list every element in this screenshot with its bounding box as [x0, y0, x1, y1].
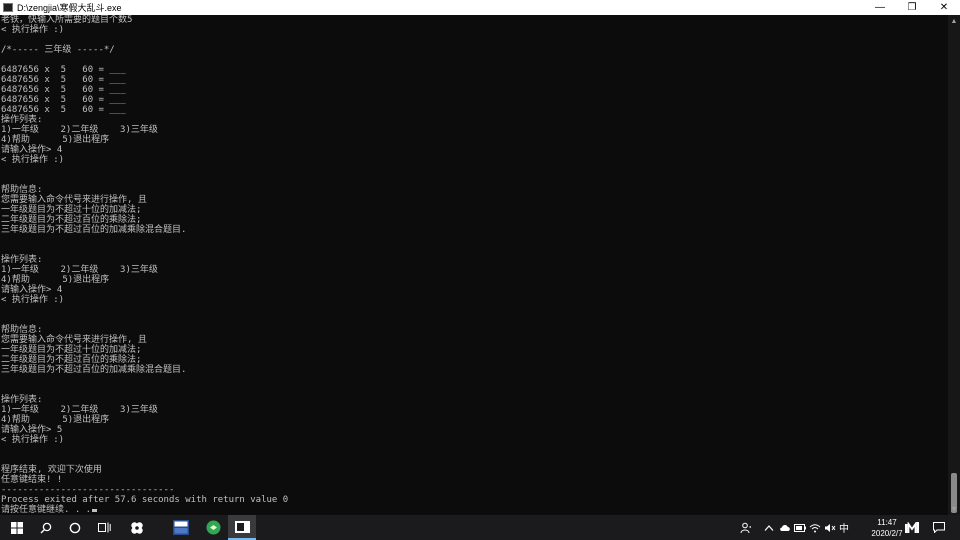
cortana-circle-icon: [69, 522, 81, 533]
pinned-app-green[interactable]: [199, 515, 227, 540]
console-line: 任意键结束! !: [1, 475, 63, 485]
console-app-icon: [3, 3, 13, 12]
console-line: 4)帮助 5)退出程序: [1, 275, 110, 285]
close-button[interactable]: ✕: [928, 0, 960, 15]
minimize-button[interactable]: —: [864, 0, 896, 15]
notification-center-icon[interactable]: [930, 515, 948, 540]
console-line: 请输入操作> 4: [1, 145, 63, 155]
taskbar-app-console-active[interactable]: [228, 515, 256, 540]
flower-app-icon: [131, 521, 143, 534]
cortana-button[interactable]: [63, 515, 87, 540]
console-line: /*----- 三年级 -----*/: [1, 45, 115, 55]
console-line: 三年级题目为不超过百位的加减乘除混合题目.: [1, 365, 187, 375]
console-line: 操作列表:: [1, 395, 43, 405]
pinned-app-devcpp[interactable]: [167, 515, 195, 540]
ime-indicator[interactable]: 中: [836, 515, 852, 540]
console-line: < 执行操作 :): [1, 155, 65, 165]
console-line: 1)一年级 2)二年级 3)三年级: [1, 125, 158, 135]
console-line: 请输入操作> 5: [1, 425, 63, 435]
battery-icon[interactable]: [793, 515, 807, 540]
console-line: < 执行操作 :): [1, 435, 65, 445]
console-cursor: [92, 509, 98, 512]
wifi-icon[interactable]: [808, 515, 822, 540]
console-line: 6487656 x 5 60 = ___: [1, 65, 126, 75]
volume-muted-icon[interactable]: [823, 515, 837, 540]
scroll-up-arrow-icon[interactable]: ▲: [948, 15, 960, 27]
console-line: 操作列表:: [1, 115, 43, 125]
console-line: 6487656 x 5 60 = ___: [1, 85, 126, 95]
console-line: 二年级题目为不超过百位的乘除法;: [1, 215, 142, 225]
cloud-icon[interactable]: [778, 515, 792, 540]
console-line: 帮助信息:: [1, 185, 43, 195]
input-method-logo-icon[interactable]: [902, 515, 922, 540]
console-line: 请输入操作> 4: [1, 285, 63, 295]
console-line: 请按任意键继续. . .: [1, 505, 948, 515]
taskbar: 中 11:47 2020/2/7: [0, 515, 960, 540]
start-button[interactable]: [4, 515, 30, 540]
console-line: 6487656 x 5 60 = ___: [1, 105, 126, 115]
console-window-icon: [234, 520, 250, 533]
console-line: 6487656 x 5 60 = ___: [1, 75, 126, 85]
vertical-scrollbar[interactable]: ▲ ▼: [948, 15, 960, 515]
window-title: D:\zengjia\寒假大乱斗.exe: [17, 3, 122, 13]
console-line: 1)一年级 2)二年级 3)三年级: [1, 405, 158, 415]
console-line: 一年级题目为不超过十位的加减法;: [1, 205, 142, 215]
pinned-app-flower[interactable]: [124, 515, 150, 540]
console-line: 您需要输入命令代号来进行操作, 且: [1, 195, 147, 205]
restore-button[interactable]: ❐: [896, 0, 928, 15]
console-output[interactable]: 老铁，快输入所需要的题目个数5 < 执行操作 :)/*----- 三年级 ----…: [0, 15, 948, 515]
window-titlebar[interactable]: D:\zengjia\寒假大乱斗.exe — ❐ ✕: [0, 0, 960, 15]
task-view-icon: [97, 522, 111, 533]
console-line: 4)帮助 5)退出程序: [1, 135, 110, 145]
console-text: 老铁，快输入所需要的题目个数5 < 执行操作 :)/*----- 三年级 ----…: [0, 15, 948, 515]
console-line: 二年级题目为不超过百位的乘除法;: [1, 355, 142, 365]
console-line: 4)帮助 5)退出程序: [1, 415, 110, 425]
search-icon: [40, 522, 52, 533]
console-line: 帮助信息:: [1, 325, 43, 335]
show-hidden-icons-chevron-up-icon[interactable]: [762, 515, 776, 540]
console-line: 程序结束, 欢迎下次使用: [1, 465, 102, 475]
scroll-down-arrow-icon[interactable]: ▼: [948, 503, 960, 515]
console-line: 三年级题目为不超过百位的加减乘除混合题目.: [1, 225, 187, 235]
console-line: 老铁，快输入所需要的题目个数5: [1, 15, 133, 25]
console-line: 6487656 x 5 60 = ___: [1, 95, 126, 105]
search-button[interactable]: [34, 515, 58, 540]
console-line: 您需要输入命令代号来进行操作, 且: [1, 335, 147, 345]
window-controls: — ❐ ✕: [864, 0, 960, 15]
task-view-button[interactable]: [92, 515, 116, 540]
green-app-icon: [206, 520, 220, 535]
console-line: < 执行操作 :): [1, 295, 65, 305]
people-icon[interactable]: [738, 515, 754, 540]
console-line: --------------------------------: [1, 485, 175, 495]
windows-logo-icon: [11, 521, 23, 534]
console-line: 操作列表:: [1, 255, 43, 265]
console-line: Process exited after 57.6 seconds with r…: [1, 495, 289, 505]
console-line: < 执行操作 :): [1, 25, 65, 35]
console-line: 1)一年级 2)二年级 3)三年级: [1, 265, 158, 275]
devcpp-app-icon: [173, 520, 189, 535]
console-line: 一年级题目为不超过十位的加减法;: [1, 345, 142, 355]
